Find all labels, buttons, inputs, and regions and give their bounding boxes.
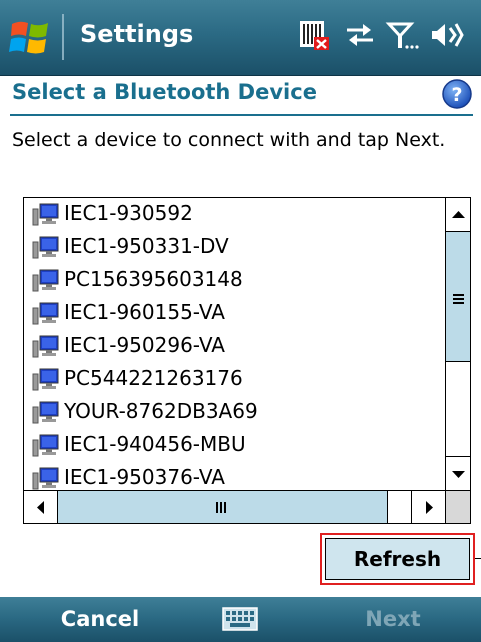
scroll-down-arrow-icon[interactable] [446,456,470,490]
menu-bar: Cancel Next [0,597,481,642]
horizontal-scrollbar[interactable] [24,490,445,523]
computer-icon [32,465,60,490]
signal-strength-icon[interactable] [385,18,419,56]
list-item[interactable]: YOUR-8762DB3A69 [24,396,445,429]
device-name: IEC1-950331-DV [64,234,229,258]
scroll-left-arrow-icon[interactable] [24,491,58,523]
windows-start-icon[interactable] [8,16,54,60]
title-bar: Settings [0,0,481,76]
device-list-items: IEC1-930592 IEC1-950331-DV PC15639560314… [24,198,445,490]
page-header: Select a Bluetooth Device ? [0,76,481,112]
next-softkey[interactable]: Next [305,597,481,642]
computer-icon [32,300,60,326]
computer-icon [32,267,60,293]
cancel-softkey[interactable]: Cancel [0,597,200,642]
computer-icon [32,432,60,458]
scroll-right-arrow-icon[interactable] [411,491,445,523]
page-title: Select a Bluetooth Device [12,80,317,104]
vertical-scroll-thumb[interactable] [446,232,470,362]
keyboard-icon[interactable] [222,607,258,631]
device-name: PC156395603148 [64,267,243,291]
list-item[interactable]: IEC1-940456-MBU [24,429,445,462]
device-name: IEC1-950296-VA [64,333,225,357]
vertical-scrollbar[interactable] [445,198,470,490]
list-item[interactable]: IEC1-930592 [24,198,445,231]
device-name: IEC1-930592 [64,201,193,225]
title-separator [62,14,64,60]
device-name: IEC1-950376-VA [64,465,225,489]
device-name: IEC1-960155-VA [64,300,225,324]
list-item[interactable]: PC544221263176 [24,363,445,396]
list-item[interactable]: IEC1-950331-DV [24,231,445,264]
help-icon[interactable]: ? [441,78,473,110]
computer-icon [32,333,60,359]
device-list[interactable]: IEC1-930592 IEC1-950331-DV PC15639560314… [23,197,471,524]
computer-icon [32,201,60,227]
refresh-button[interactable]: Refresh [325,538,470,580]
volume-icon[interactable] [428,18,466,56]
computer-icon [32,366,60,392]
scrollbar-corner [445,490,470,523]
app-title: Settings [80,20,194,48]
list-item[interactable]: PC156395603148 [24,264,445,297]
device-name: IEC1-940456-MBU [64,432,246,456]
header-divider [10,114,473,116]
list-item[interactable]: IEC1-950376-VA [24,462,445,490]
scroll-up-arrow-icon[interactable] [446,198,470,232]
svg-text:?: ? [451,84,462,106]
connectivity-icon[interactable] [343,18,377,56]
device-name: YOUR-8762DB3A69 [64,399,258,423]
computer-icon [32,234,60,260]
device-name: PC544221263176 [64,366,243,390]
horizontal-scroll-thumb[interactable] [58,491,388,523]
callout-line [475,558,481,559]
list-item[interactable]: IEC1-960155-VA [24,297,445,330]
sim-card-missing-icon[interactable] [298,18,332,56]
computer-icon [32,399,60,425]
list-item[interactable]: IEC1-950296-VA [24,330,445,363]
instructions-text: Select a device to connect with and tap … [12,129,446,151]
